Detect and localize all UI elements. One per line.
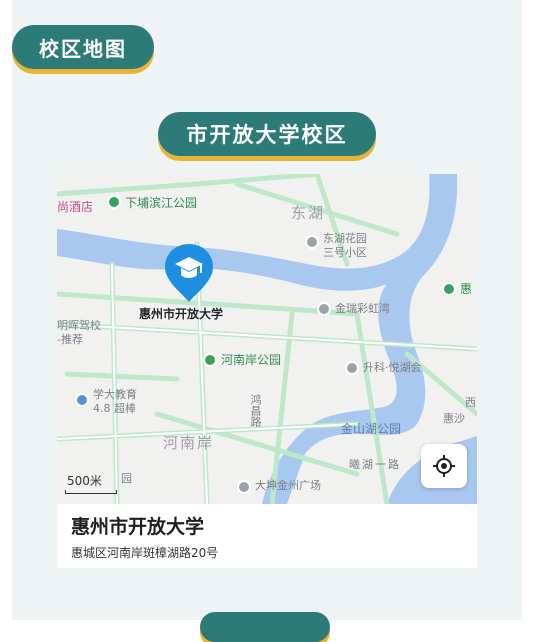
map-label-mingjia-2: -推荐 <box>57 333 83 346</box>
locate-button[interactable] <box>421 444 467 488</box>
poi-marker-icon <box>345 361 359 375</box>
map-label-xuedajiaoyu-2: 4.8 超棒 <box>93 402 136 415</box>
poi-marker-icon <box>237 480 251 494</box>
graduation-cap-pin-icon[interactable] <box>163 242 215 304</box>
location-card[interactable]: 惠州市开放大学 惠城区河南岸斑樟湖路20号 <box>57 504 477 568</box>
map-label-jinrui: 金瑞彩虹湾 <box>335 302 390 315</box>
pin-label: 惠州市开放大学 <box>139 307 224 321</box>
map-label-xi: 西 <box>465 396 476 409</box>
map-label-jinshanhu-park: 金山湖公园 <box>341 422 402 436</box>
park-marker-icon <box>203 353 217 367</box>
map-label-henan-park: 河南岸公园 <box>221 353 282 367</box>
map-base-layer <box>57 174 477 504</box>
map-label-xiapu-park: 下埔滨江公园 <box>125 196 198 210</box>
scale-label: 500米 <box>67 474 102 488</box>
map-label-hui-right: 惠 <box>460 282 473 296</box>
park-marker-icon <box>442 282 456 296</box>
next-section-badge <box>200 612 330 642</box>
map-label-donghu-garden-2: 三号小区 <box>323 246 367 259</box>
map-label-donghu: 东湖 <box>291 204 326 222</box>
map-label-garden-bottom: 园 <box>121 472 132 485</box>
map-label-henan-district: 河南岸 <box>163 434 215 452</box>
map-label-dahua: 大坤金州广场 <box>255 479 321 492</box>
map-label-hui-sha: 惠沙 <box>443 412 465 425</box>
map-label-xiaohu-road: 曦湖一路 <box>349 458 401 471</box>
campus-map[interactable]: 尚酒店 下埔滨江公园 东湖 东湖花园 三号小区 金瑞彩虹湾 惠 明晖驾校 -推荐… <box>57 174 477 504</box>
location-title: 惠州市开放大学 <box>71 516 205 538</box>
section-title-badge: 校区地图 <box>12 25 154 69</box>
park-marker-icon <box>107 195 121 209</box>
poi-marker-icon <box>305 235 319 249</box>
scale-bar <box>65 490 117 494</box>
campus-name-badge: 市开放大学校区 <box>158 112 376 156</box>
map-label-hotel: 尚酒店 <box>57 200 94 214</box>
location-address: 惠城区河南岸斑樟湖路20号 <box>71 546 219 560</box>
poi-marker-icon <box>317 302 331 316</box>
map-label-hongchang-road: 鸿昌路 <box>249 394 262 427</box>
poi-marker-icon <box>75 393 89 407</box>
locate-target-icon <box>433 455 455 477</box>
map-label-shengke: 升科·悦湖会 <box>363 361 422 374</box>
